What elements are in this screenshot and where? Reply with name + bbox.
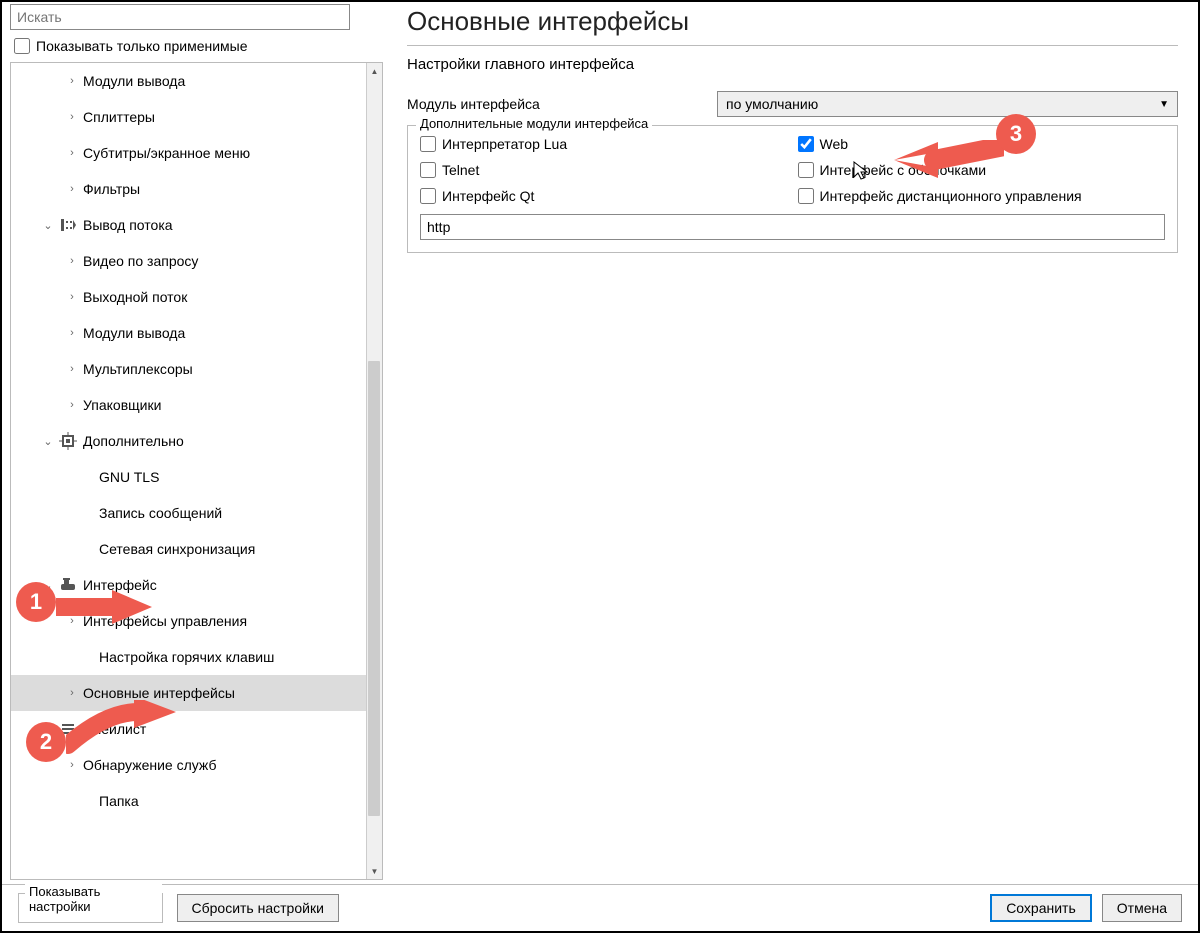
chevron-right-icon: › [65,759,79,771]
tree-item[interactable]: GNU TLS [11,459,366,495]
checkbox-telnet[interactable]: Telnet [420,162,788,178]
reset-button[interactable]: Сбросить настройки [177,894,339,922]
tree-item[interactable]: › Видео по запросу [11,243,366,279]
tree-item[interactable]: › Сплиттеры [11,99,366,135]
tree-item-label: Папка [99,793,139,809]
tree-item[interactable]: › Модули вывода [11,315,366,351]
tree-item-label: Запись сообщений [99,505,222,521]
bottom-bar: Показывать настройки простые все Сбросит… [2,884,1198,931]
tree-item[interactable]: › Фильтры [11,171,366,207]
search-input[interactable] [10,4,350,30]
tree-item-label: Вывод потока [83,217,173,233]
stream-icon [59,216,77,234]
chevron-right-icon: › [65,363,79,375]
show-applicable-checkbox[interactable]: Показывать только применимые [6,34,387,58]
chevron-down-icon: ⌄ [41,435,55,448]
checkbox-label: Telnet [442,162,479,178]
tree-item[interactable]: › Выходной поток [11,279,366,315]
scroll-down-icon[interactable]: ▼ [368,863,382,879]
save-button[interactable]: Сохранить [990,894,1092,922]
tree-item-label: Фильтры [83,181,140,197]
chevron-right-icon: › [65,327,79,339]
chevron-right-icon: › [65,147,79,159]
tree-item-label: Сетевая синхронизация [99,541,255,557]
tree-item-label: Упаковщики [83,397,161,413]
tree-item-label: Основные интерфейсы [83,685,235,701]
interface-module-label: Модуль интерфейса [407,96,717,112]
tree-item-label: Обнаружение служб [83,757,216,773]
page-title: Основные интерфейсы [407,2,1178,45]
tree-item-label: Настройка горячих клавиш [99,649,274,665]
tree-item-label: Мультиплексоры [83,361,193,377]
settings-tree[interactable]: › Модули вывода › Сплиттеры › Субтитры/экранн… [11,63,366,879]
show-applicable-label: Показывать только применимые [36,38,248,54]
callout-2: 2 [26,722,66,762]
checkbox-label: Интерпретатор Lua [442,136,567,152]
tree-item[interactable]: › Мультиплексоры [11,351,366,387]
cancel-button[interactable]: Отмена [1102,894,1182,922]
checkbox-интерпретатор-lua[interactable]: Интерпретатор Lua [420,136,788,152]
checkbox-интерфейс-дистанционного-управления[interactable]: Интерфейс дистанционного управления [798,188,1166,204]
chevron-down-icon: ▼ [1159,99,1169,110]
scrollbar[interactable]: ▲ ▼ [366,63,382,879]
scroll-track[interactable] [367,79,382,863]
arrow-2-icon [66,700,176,756]
http-input[interactable] [420,214,1165,240]
chevron-right-icon: › [65,75,79,87]
show-settings-legend: Показывать настройки [25,884,162,914]
chevron-right-icon: › [65,399,79,411]
chevron-right-icon: › [65,687,79,699]
tree-item-label: Модули вывода [83,73,185,89]
chevron-right-icon: › [65,255,79,267]
tree-item[interactable]: ⌄ Вывод потока [11,207,366,243]
tree-item[interactable]: Сетевая синхронизация [11,531,366,567]
tree-item-label: Видео по запросу [83,253,198,269]
chevron-right-icon: › [65,183,79,195]
tree-item-label: Сплиттеры [83,109,155,125]
divider [407,45,1178,46]
scroll-up-icon[interactable]: ▲ [368,63,382,79]
cpu-icon [59,432,77,450]
show-applicable-input[interactable] [14,38,30,54]
show-settings-group: Показывать настройки простые все [18,893,163,923]
tree-item[interactable]: › Основные интерфейсы [11,675,366,711]
arrow-1-icon [56,590,152,624]
tree-item-label: Модули вывода [83,325,185,341]
callout-1: 1 [16,582,56,622]
tree-item-label: Выходной поток [83,289,187,305]
tree-item[interactable]: Настройка горячих клавиш [11,639,366,675]
tree-item[interactable]: › Субтитры/экранное меню [11,135,366,171]
tree-item[interactable]: › Модули вывода [11,63,366,99]
arrow-3-icon [894,140,1004,180]
dropdown-value: по умолчанию [726,96,818,112]
settings-content: Основные интерфейсы Настройки главного и… [387,2,1198,884]
tree-item[interactable]: Папка [11,783,366,819]
chevron-down-icon: ⌄ [41,219,55,232]
fieldset-legend: Дополнительные модули интерфейса [416,116,652,131]
tree-item-label: Субтитры/экранное меню [83,145,250,161]
checkbox-label: Интерфейс дистанционного управления [820,188,1082,204]
scroll-thumb[interactable] [368,361,380,816]
page-subtitle: Настройки главного интерфейса [407,56,1178,73]
tree-item[interactable]: › Упаковщики [11,387,366,423]
tree-item-label: GNU TLS [99,469,159,485]
tree-item[interactable]: Запись сообщений [11,495,366,531]
checkbox-label: Интерфейс Qt [442,188,534,204]
tree-item-label: Дополнительно [83,433,184,449]
extra-interfaces-fieldset: Дополнительные модули интерфейса Интерпр… [407,125,1178,253]
checkbox-label: Web [820,136,849,152]
checkbox-интерфейс-qt[interactable]: Интерфейс Qt [420,188,788,204]
chevron-right-icon: › [65,111,79,123]
chevron-right-icon: › [65,291,79,303]
interface-module-dropdown[interactable]: по умолчанию ▼ [717,91,1178,117]
callout-3: 3 [996,114,1036,154]
tree-item[interactable]: ⌄ Дополнительно [11,423,366,459]
tree-item[interactable]: › Обнаружение служб [11,747,366,783]
